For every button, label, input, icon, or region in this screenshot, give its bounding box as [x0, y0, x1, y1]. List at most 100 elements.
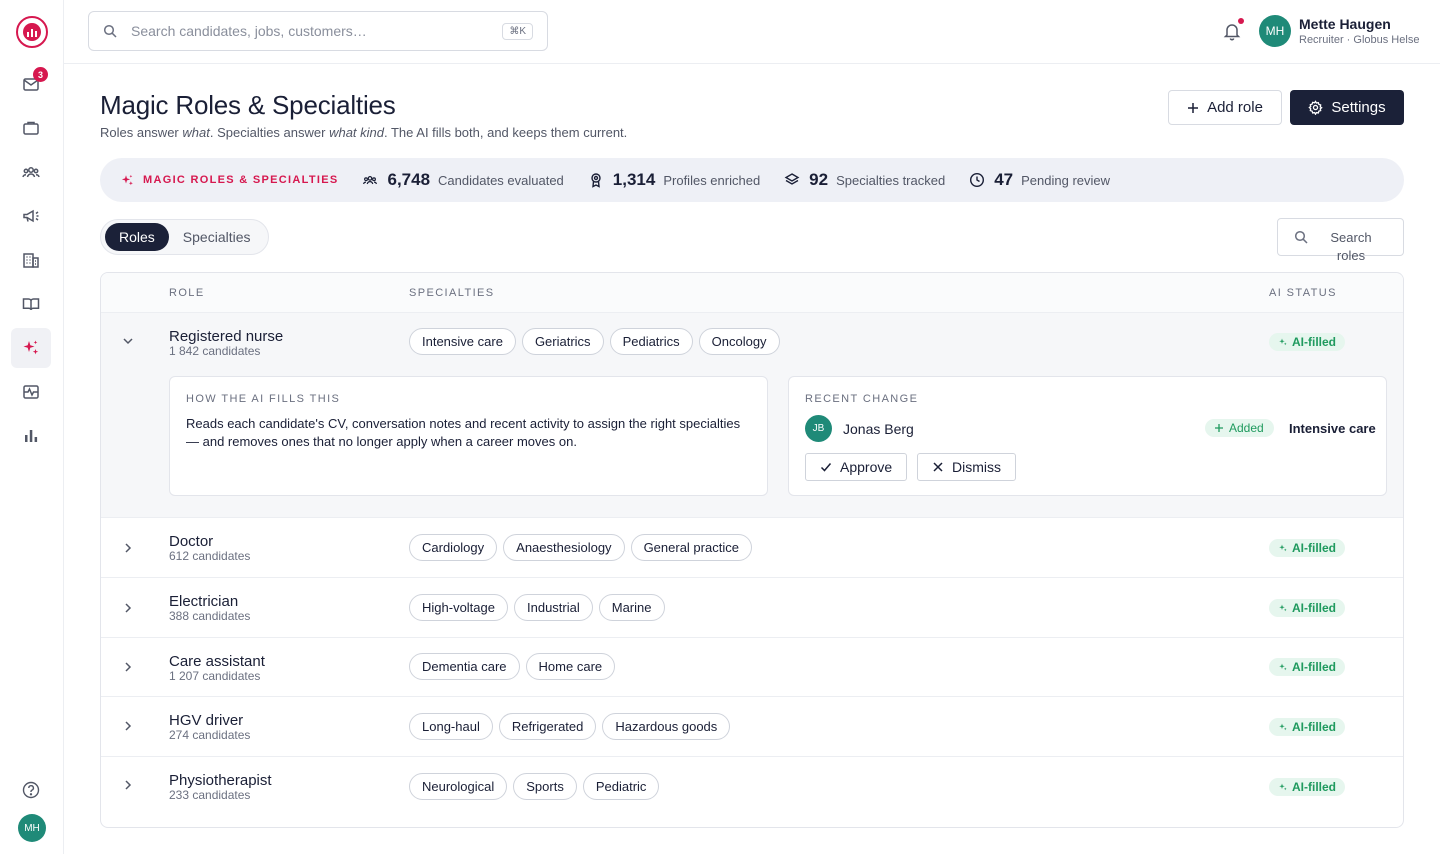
specialty-chip[interactable]: Industrial — [514, 594, 593, 621]
user-role: Recruiter · Globus Helse — [1299, 34, 1420, 46]
specialty-chip[interactable]: High-voltage — [409, 594, 508, 621]
specialty-chip[interactable]: Neurological — [409, 773, 508, 800]
role-name: Doctor — [169, 533, 214, 550]
chevron-right-icon[interactable] — [121, 660, 135, 674]
specialty-chips: High-voltage Industrial Marine — [409, 594, 665, 621]
add-role-button[interactable]: Add role — [1168, 90, 1282, 125]
specialty-chip[interactable]: Pediatrics — [609, 328, 693, 355]
people-icon — [363, 176, 378, 185]
ai-status-badge: AI-filled — [1269, 333, 1345, 351]
megaphone-icon — [23, 209, 39, 223]
gear-icon — [1308, 100, 1324, 115]
specialty-chip[interactable]: Intensive care — [409, 328, 516, 355]
specialty-chip[interactable]: Geriatrics — [521, 328, 604, 355]
sparkle-icon — [1279, 663, 1287, 671]
nav-help[interactable] — [11, 770, 51, 810]
specialty-chip[interactable]: Refrigerated — [498, 713, 597, 740]
nav-candidates[interactable] — [11, 152, 51, 192]
ai-status-badge: AI-filled — [1269, 658, 1345, 676]
role-name: Registered nurse — [169, 328, 284, 345]
specialty-chip[interactable]: Anaesthesiology — [503, 534, 625, 561]
approve-button[interactable]: Approve — [805, 453, 908, 481]
specialty-chip[interactable]: Oncology — [698, 328, 780, 355]
stat-candidates-evaluated: 6,748 Candidates evaluated — [362, 170, 564, 190]
plus-icon — [1215, 424, 1223, 432]
role-count: 1 842 candidates — [169, 344, 261, 358]
specialty-chip[interactable]: Pediatric — [582, 773, 660, 800]
role-name: HGV driver — [169, 712, 244, 729]
search-roles-placeholder: Search roles — [1330, 230, 1372, 263]
specialty-chip[interactable]: General practice — [630, 534, 752, 561]
header-specialties: SPECIALTIES — [409, 287, 495, 299]
dismiss-button[interactable]: Dismiss — [917, 453, 1016, 481]
how-ai-fills-card: HOW THE AI FILLS THIS Reads each candida… — [169, 376, 768, 496]
chevron-right-icon[interactable] — [121, 541, 135, 555]
topbar: Search candidates, jobs, customers… ⌘K M… — [64, 0, 1440, 64]
plus-icon — [1188, 102, 1199, 113]
search-placeholder: Search candidates, jobs, customers… — [131, 23, 367, 39]
roles-table: ROLE SPECIALTIES AI STATUS Registered nu… — [100, 272, 1404, 828]
search-icon — [1294, 230, 1308, 244]
sparkle-icon — [1279, 544, 1287, 552]
specialty-chips: Dementia care Home care — [409, 653, 616, 680]
sparkle-icon — [1279, 723, 1287, 731]
role-count: 612 candidates — [169, 549, 251, 563]
view-tabs: Roles Specialties — [100, 219, 269, 255]
close-icon — [933, 462, 943, 472]
tab-specialties[interactable]: Specialties — [169, 223, 265, 251]
sidebar-avatar[interactable]: MH — [18, 814, 46, 842]
notification-dot — [1238, 18, 1244, 24]
page-title: Magic Roles & Specialties — [100, 90, 396, 120]
how-ai-fills-text: Reads each candidate's CV, conversation … — [186, 416, 741, 449]
settings-button[interactable]: Settings — [1290, 90, 1404, 125]
table-row[interactable]: Care assistant 1 207 candidates Dementia… — [101, 638, 1403, 697]
search-shortcut: ⌘K — [502, 22, 533, 40]
chevron-right-icon[interactable] — [121, 719, 135, 733]
specialty-chip[interactable]: Home care — [525, 653, 616, 680]
specialty-chip[interactable]: Long-haul — [409, 713, 493, 740]
award-icon — [591, 173, 601, 188]
header-role: ROLE — [169, 287, 205, 299]
specialty-chip[interactable]: Marine — [598, 594, 665, 621]
app-logo[interactable] — [16, 16, 48, 48]
bar-chart-icon — [25, 430, 38, 442]
stats-brand: MAGIC ROLES & SPECIALTIES — [120, 173, 338, 188]
stat-specialties-tracked: 92 Specialties tracked — [784, 170, 945, 190]
specialty-chip[interactable]: Hazardous goods — [602, 713, 731, 740]
sidebar: 3 MH — [0, 0, 64, 854]
nav-customers[interactable] — [11, 240, 51, 280]
search-icon — [103, 24, 117, 38]
bell-icon[interactable] — [1222, 21, 1242, 41]
specialty-chips: Long-haul Refrigerated Hazardous goods — [409, 713, 731, 740]
stat-pending-review: 47 Pending review — [969, 170, 1110, 190]
specialty-chip[interactable]: Dementia care — [409, 653, 520, 680]
chevron-right-icon[interactable] — [121, 778, 135, 792]
chevron-down-icon[interactable] — [121, 334, 135, 348]
global-search[interactable]: Search candidates, jobs, customers… ⌘K — [88, 11, 548, 51]
sparkle-icon — [23, 340, 39, 355]
table-row[interactable]: Electrician 388 candidates High-voltage … — [101, 578, 1403, 638]
specialty-chips: Intensive care Geriatrics Pediatrics Onc… — [409, 328, 780, 355]
nav-magic-roles[interactable] — [11, 328, 51, 368]
nav-reports[interactable] — [11, 416, 51, 456]
table-row[interactable]: Physiotherapist 233 candidates Neurologi… — [101, 757, 1403, 827]
tab-roles[interactable]: Roles — [105, 223, 169, 251]
specialty-chip[interactable]: Cardiology — [409, 534, 498, 561]
change-person-name: Jonas Berg — [843, 421, 914, 437]
nav-activity[interactable] — [11, 372, 51, 412]
nav-knowledge[interactable] — [11, 284, 51, 324]
table-row[interactable]: Doctor 612 candidates Cardiology Anaesth… — [101, 518, 1403, 578]
chevron-right-icon[interactable] — [121, 601, 135, 615]
search-roles-input[interactable]: Search roles — [1277, 218, 1404, 263]
change-type-badge: Added — [1205, 419, 1274, 437]
nav-jobs[interactable] — [11, 108, 51, 148]
role-name: Electrician — [169, 593, 239, 610]
ai-status-badge: AI-filled — [1269, 778, 1345, 796]
sparkle-icon — [1279, 604, 1287, 612]
nav-campaigns[interactable] — [11, 196, 51, 236]
user-avatar[interactable]: MH — [1259, 15, 1291, 47]
logo-mark-icon — [23, 23, 41, 41]
specialty-chip[interactable]: Sports — [513, 773, 577, 800]
role-count: 233 candidates — [169, 788, 251, 802]
table-row[interactable]: HGV driver 274 candidates Long-haul Refr… — [101, 697, 1403, 757]
